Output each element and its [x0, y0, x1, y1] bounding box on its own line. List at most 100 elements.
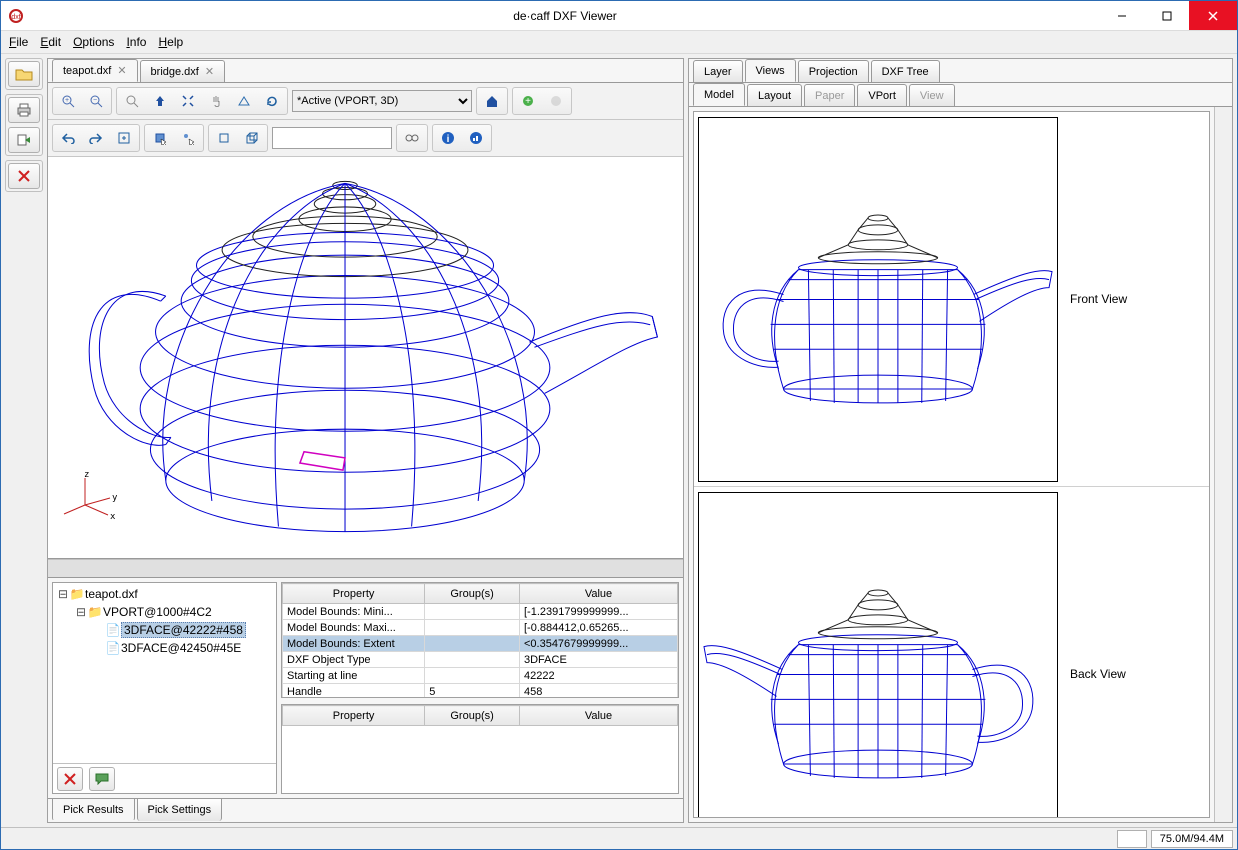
chat-button[interactable] [89, 767, 115, 791]
home-view-button[interactable] [479, 90, 505, 112]
content-area: teapot.dxf ✕ bridge.dxf ✕ + − [1, 54, 1237, 827]
open-file-button[interactable] [8, 61, 40, 87]
doc-tab-bridge[interactable]: bridge.dxf ✕ [140, 60, 226, 82]
print-button[interactable] [8, 97, 40, 123]
zoom-reset-button[interactable] [119, 90, 145, 112]
window-title: de·caff DXF Viewer [31, 9, 1099, 23]
tab-paper: Paper [804, 84, 855, 106]
view-toolbar-2: i [48, 120, 683, 157]
orbit-button[interactable] [147, 90, 173, 112]
tab-pick-settings[interactable]: Pick Settings [137, 799, 223, 821]
view-item-back[interactable]: Back View [694, 487, 1209, 818]
svg-text:−: − [93, 97, 97, 104]
properties-pane: Property Group(s) Value Model Bounds: Mi… [281, 582, 679, 794]
table-row[interactable]: Model Bounds: Maxi...[-0.884412,0.65265.… [283, 620, 678, 636]
properties-table-2[interactable]: Property Group(s) Value [281, 704, 679, 794]
tab-projection[interactable]: Projection [798, 60, 869, 82]
properties-table-1[interactable]: Property Group(s) Value Model Bounds: Mi… [281, 582, 679, 698]
status-bar: 75.0M/94.4M [1, 827, 1237, 849]
th-property[interactable]: Property [283, 584, 425, 604]
th-groups[interactable]: Group(s) [425, 706, 520, 726]
remove-view-button [543, 90, 569, 112]
pan-button[interactable] [203, 90, 229, 112]
th-value[interactable]: Value [519, 706, 677, 726]
maximize-button[interactable] [1144, 1, 1189, 30]
table-row[interactable]: Handle5458 [283, 684, 678, 699]
view-selector[interactable]: *Active (VPORT, 3D) [292, 90, 472, 112]
close-button[interactable] [1189, 1, 1237, 30]
left-toolbar [5, 58, 43, 823]
fit-selection-button[interactable] [111, 127, 137, 149]
zoom-in-button[interactable]: + [55, 90, 81, 112]
view-label: Front View [1062, 292, 1127, 306]
side-panel-tabs-top: Layer Views Projection DXF Tree [689, 59, 1232, 83]
tree-node-face1[interactable]: 3DFACE@42222#458 [121, 622, 246, 638]
th-value[interactable]: Value [519, 584, 677, 604]
tab-model[interactable]: Model [693, 83, 745, 106]
menu-info[interactable]: Info [126, 35, 146, 49]
views-list[interactable]: Front View [693, 111, 1210, 818]
wireframe-3d-button[interactable] [239, 127, 265, 149]
info-button[interactable]: i [435, 127, 461, 149]
undo-button[interactable] [55, 127, 81, 149]
tab-layer[interactable]: Layer [693, 60, 743, 82]
pick-face-button[interactable] [147, 127, 173, 149]
close-icon[interactable]: ✕ [117, 64, 126, 77]
menu-options[interactable]: Options [73, 35, 114, 49]
main-panel: teapot.dxf ✕ bridge.dxf ✕ + − [47, 58, 684, 823]
result-tree[interactable]: ⊟📁teapot.dxf ⊟📁VPORT@1000#4C2 📄3DFACE@42… [53, 583, 276, 763]
goggles-button[interactable] [399, 127, 425, 149]
table-row[interactable]: Model Bounds: Extent<0.3547679999999... [283, 636, 678, 652]
table-row[interactable]: DXF Object Type3DFACE [283, 652, 678, 668]
tab-label: bridge.dxf [151, 66, 199, 78]
tab-vport[interactable]: VPort [857, 84, 907, 106]
pick-vertex-button[interactable] [175, 127, 201, 149]
doc-tab-teapot[interactable]: teapot.dxf ✕ [52, 59, 138, 82]
add-view-button[interactable]: + [515, 90, 541, 112]
menu-file[interactable]: File [9, 35, 28, 49]
tree-node-vport[interactable]: VPORT@1000#4C2 [103, 605, 212, 619]
svg-text:dxf: dxf [11, 14, 20, 21]
menu-help[interactable]: Help [158, 35, 183, 49]
main-viewport[interactable]: z y x [48, 157, 683, 559]
stats-button[interactable] [463, 127, 489, 149]
menu-edit[interactable]: Edit [40, 35, 61, 49]
svg-text:+: + [525, 96, 531, 107]
fit-screen-button[interactable] [175, 90, 201, 112]
status-cell-empty [1117, 830, 1147, 848]
clear-results-button[interactable] [57, 767, 83, 791]
horizontal-scrollbar[interactable] [48, 559, 683, 577]
close-icon[interactable]: ✕ [205, 65, 214, 78]
tree-node-face2[interactable]: 3DFACE@42450#45E [121, 641, 241, 655]
tree-node-root[interactable]: teapot.dxf [85, 587, 138, 601]
side-panel: Layer Views Projection DXF Tree Model La… [688, 58, 1233, 823]
document-tabs: teapot.dxf ✕ bridge.dxf ✕ [48, 59, 683, 83]
tab-dxf-tree[interactable]: DXF Tree [871, 60, 940, 82]
minimize-button[interactable] [1099, 1, 1144, 30]
view-item-front[interactable]: Front View [694, 112, 1209, 487]
menu-bar: File Edit Options Info Help [1, 31, 1237, 54]
side-panel-tabs-sub: Model Layout Paper VPort View [689, 83, 1232, 107]
tab-pick-results[interactable]: Pick Results [52, 799, 135, 821]
table-row[interactable]: Starting at line42222 [283, 668, 678, 684]
vertical-scrollbar[interactable] [1214, 107, 1232, 822]
redo-button[interactable] [83, 127, 109, 149]
wireframe-2d-button[interactable] [211, 127, 237, 149]
search-input[interactable] [272, 127, 392, 149]
result-tree-pane: ⊟📁teapot.dxf ⊟📁VPORT@1000#4C2 📄3DFACE@42… [52, 582, 277, 794]
export-button[interactable] [8, 127, 40, 153]
th-property[interactable]: Property [283, 706, 425, 726]
teapot-wireframe [48, 157, 683, 558]
table-row[interactable]: Model Bounds: Mini...[-1.2391799999999..… [283, 604, 678, 620]
app-window: dxf de·caff DXF Viewer File Edit Options… [0, 0, 1238, 850]
perspective-button[interactable] [231, 90, 257, 112]
refresh-button[interactable] [259, 90, 285, 112]
tab-views[interactable]: Views [745, 59, 796, 82]
delete-button[interactable] [8, 163, 40, 189]
th-groups[interactable]: Group(s) [425, 584, 520, 604]
view-thumbnail [698, 492, 1058, 819]
tab-layout[interactable]: Layout [747, 84, 802, 106]
title-bar: dxf de·caff DXF Viewer [1, 1, 1237, 31]
tab-label: teapot.dxf [63, 65, 111, 77]
zoom-out-button[interactable]: − [83, 90, 109, 112]
